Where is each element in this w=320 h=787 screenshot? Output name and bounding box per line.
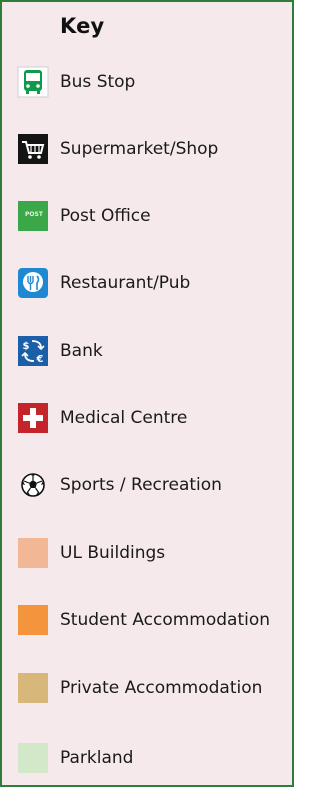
legend-label: Medical Centre — [60, 408, 188, 428]
svg-text:$: $ — [23, 341, 30, 352]
legend-label: Restaurant/Pub — [60, 273, 191, 293]
legend-label: Sports / Recreation — [60, 475, 222, 495]
svg-text:€: € — [36, 354, 44, 365]
post-office-icon-text: POST — [25, 211, 44, 218]
shopping-cart-icon — [17, 133, 49, 165]
restaurant-icon — [17, 267, 49, 299]
ul-buildings-swatch — [17, 537, 49, 569]
legend-item-medical-centre: Medical Centre — [2, 398, 292, 438]
legend-item-sports: Sports / Recreation — [2, 465, 292, 505]
legend-label: Bus Stop — [60, 72, 136, 92]
legend-item-private-accommodation: Private Accommodation — [2, 668, 292, 708]
legend-label: UL Buildings — [60, 543, 166, 563]
legend-label: Student Accommodation — [60, 610, 271, 630]
private-accommodation-swatch — [17, 672, 49, 704]
legend-label: Supermarket/Shop — [60, 139, 219, 159]
legend-item-ul-buildings: UL Buildings — [2, 533, 292, 573]
legend-item-supermarket: Supermarket/Shop — [2, 129, 292, 169]
legend-item-restaurant: Restaurant/Pub — [2, 263, 292, 303]
legend-label: Bank — [60, 341, 103, 361]
parkland-swatch — [17, 742, 49, 774]
legend-item-post-office: POST Post Office — [2, 196, 292, 236]
legend-item-student-accommodation: Student Accommodation — [2, 600, 292, 640]
student-accommodation-swatch — [17, 604, 49, 636]
soccer-ball-icon — [17, 469, 49, 501]
map-legend: Key Bus Stop Supermarket/Shop POST Post … — [0, 0, 294, 787]
legend-label: Private Accommodation — [60, 678, 263, 698]
bus-icon — [17, 66, 49, 98]
bank-icon: $ € — [17, 335, 49, 367]
legend-item-bank: $ € Bank — [2, 331, 292, 371]
legend-label: Post Office — [60, 206, 151, 226]
legend-label: Parkland — [60, 748, 134, 768]
medical-cross-icon — [17, 402, 49, 434]
legend-item-parkland: Parkland — [2, 738, 292, 778]
legend-title: Key — [60, 14, 105, 38]
legend-item-bus-stop: Bus Stop — [2, 62, 292, 102]
post-office-icon: POST — [17, 200, 49, 232]
